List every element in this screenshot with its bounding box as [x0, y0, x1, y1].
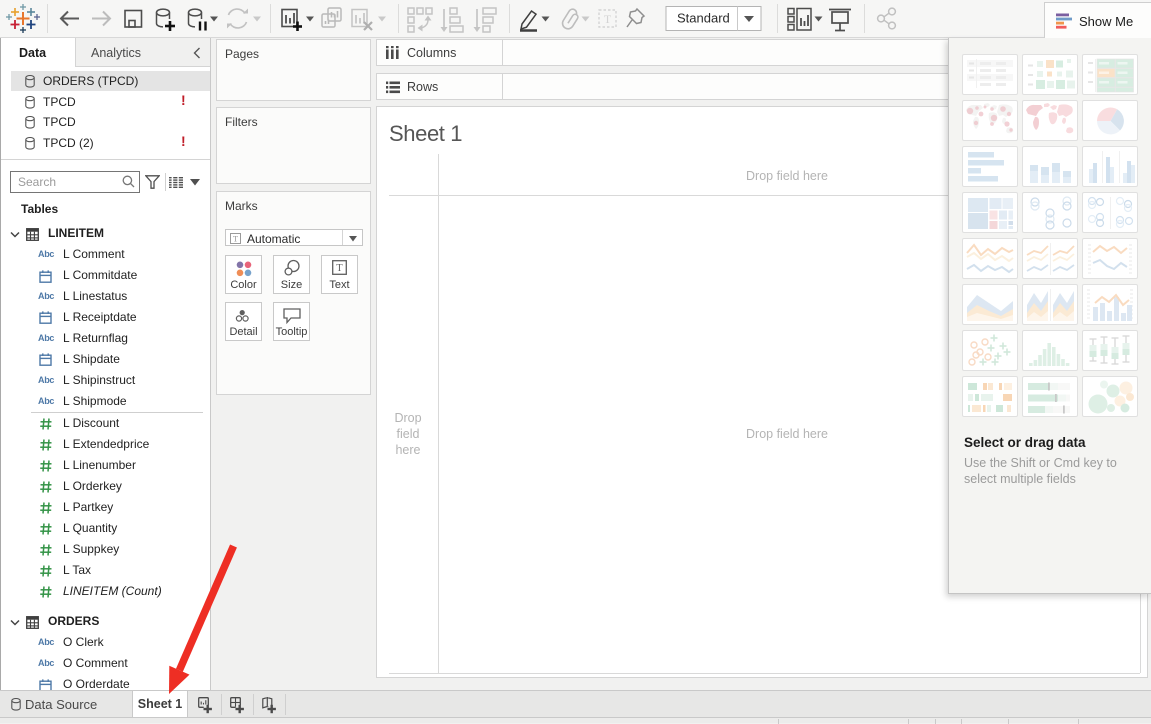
svg-text:Standard: Standard: [677, 11, 730, 26]
svg-text:T: T: [336, 263, 343, 274]
svg-text:T: T: [604, 12, 612, 26]
svg-text:T: T: [233, 233, 239, 243]
